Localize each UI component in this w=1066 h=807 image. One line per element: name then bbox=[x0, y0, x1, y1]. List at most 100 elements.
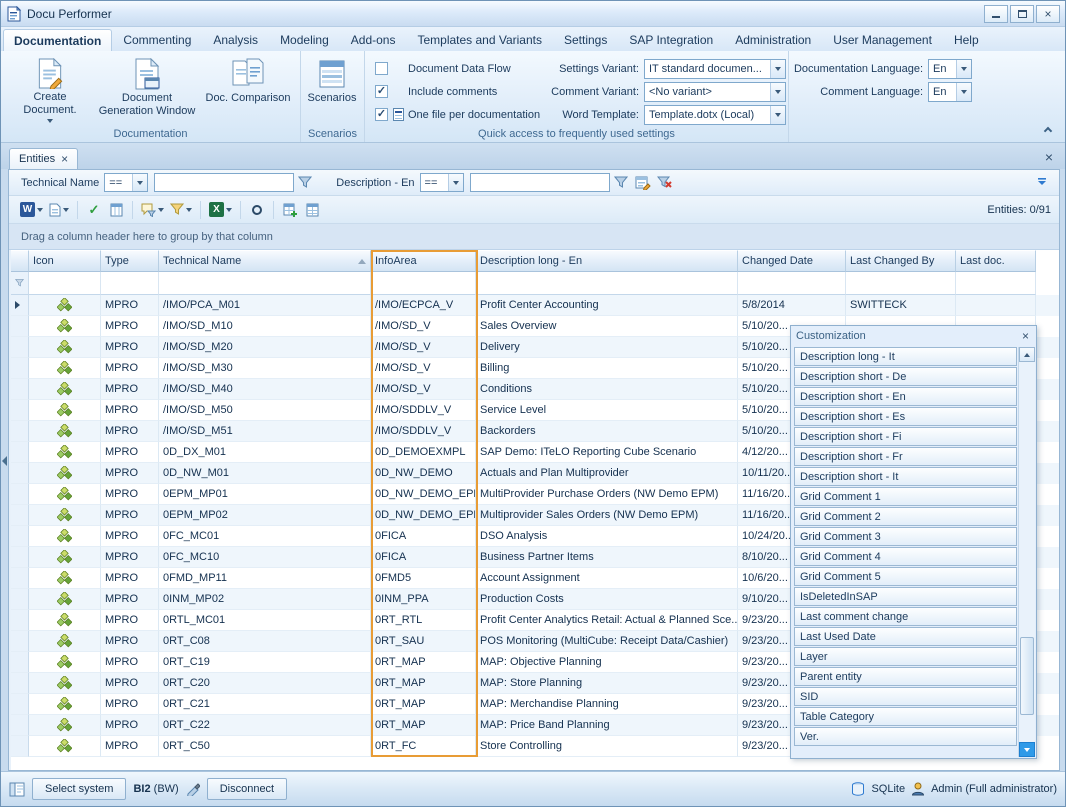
apply-technical-name-filter-button[interactable] bbox=[294, 172, 316, 193]
create-document-button[interactable]: Create Document. bbox=[5, 54, 95, 124]
customization-close-button[interactable]: × bbox=[1020, 330, 1031, 342]
column-header-type[interactable]: Type bbox=[101, 250, 159, 272]
column-header-changed-date[interactable]: Changed Date bbox=[738, 250, 846, 272]
select-system-button[interactable]: Select system bbox=[32, 778, 126, 800]
show-hidden-button[interactable] bbox=[246, 199, 268, 220]
apply-description-filter-button[interactable] bbox=[610, 172, 632, 193]
filter-cell[interactable] bbox=[371, 272, 476, 295]
ribbon-tab[interactable]: Settings bbox=[553, 28, 618, 51]
column-header-last-changed-by[interactable]: Last Changed By bbox=[846, 250, 956, 272]
dropdown-button[interactable] bbox=[770, 60, 785, 78]
ribbon-collapse-button[interactable] bbox=[1039, 121, 1057, 137]
documentation-language-dropdown[interactable]: En bbox=[928, 59, 972, 79]
customization-field-item[interactable]: Description short - Fr bbox=[794, 447, 1017, 466]
tab-close-icon[interactable]: × bbox=[61, 153, 68, 165]
customization-field-item[interactable]: IsDeletedInSAP bbox=[794, 587, 1017, 606]
dropdown-button[interactable] bbox=[956, 83, 971, 101]
export-word-button[interactable]: W bbox=[17, 199, 46, 220]
user-label[interactable]: Admin (Full administrator) bbox=[931, 783, 1057, 795]
disconnect-button[interactable]: Disconnect bbox=[207, 778, 287, 800]
customization-field-item[interactable]: Last comment change bbox=[794, 607, 1017, 626]
customization-scrollbar[interactable] bbox=[1018, 347, 1035, 757]
customization-field-item[interactable]: SID bbox=[794, 687, 1017, 706]
export-excel-button[interactable]: X bbox=[206, 199, 235, 220]
customization-title-bar[interactable]: Customization × bbox=[791, 326, 1036, 346]
customization-field-item[interactable]: Description long - It bbox=[794, 347, 1017, 366]
brush-icon[interactable] bbox=[186, 782, 200, 796]
table-settings-button[interactable] bbox=[301, 199, 323, 220]
checkbox[interactable]: ✓ bbox=[375, 85, 388, 98]
dropdown-button[interactable] bbox=[132, 174, 147, 191]
ribbon-tab[interactable]: SAP Integration bbox=[618, 28, 724, 51]
column-header-infoarea[interactable]: InfoArea bbox=[371, 250, 476, 272]
customization-field-item[interactable]: Grid Comment 3 bbox=[794, 527, 1017, 546]
clear-filter-button[interactable] bbox=[654, 172, 676, 193]
column-header-technical-name[interactable]: Technical Name bbox=[159, 250, 371, 272]
dropdown-button[interactable] bbox=[770, 83, 785, 101]
customization-field-item[interactable]: Description short - Es bbox=[794, 407, 1017, 426]
ribbon-checkbox-row[interactable]: ✓ Document Data Flow bbox=[375, 57, 540, 80]
column-header-description[interactable]: Description long - En bbox=[476, 250, 738, 272]
database-label[interactable]: SQLite bbox=[871, 783, 905, 795]
ribbon-tab[interactable]: Analysis bbox=[202, 28, 269, 51]
filter-cell[interactable] bbox=[846, 272, 956, 295]
table-row[interactable]: MPRO /IMO/PCA_M01 /IMO/ECPCA_V Profit Ce… bbox=[11, 295, 1059, 316]
scenarios-button[interactable]: Scenarios bbox=[303, 54, 361, 124]
customization-field-item[interactable]: Description short - De bbox=[794, 367, 1017, 386]
ribbon-tab[interactable]: Templates and Variants bbox=[406, 28, 553, 51]
left-panel-collapse-arrow[interactable] bbox=[2, 456, 7, 466]
customization-field-item[interactable]: Ver. bbox=[794, 727, 1017, 746]
description-operator-dropdown[interactable]: == bbox=[420, 173, 464, 192]
document-generation-window-button[interactable]: Document Generation Window bbox=[97, 54, 197, 124]
comment-filter-button[interactable] bbox=[138, 199, 167, 220]
filter-cell[interactable] bbox=[956, 272, 1036, 295]
document-close-button[interactable]: × bbox=[1041, 150, 1057, 164]
ribbon-tab[interactable]: Documentation bbox=[3, 29, 112, 51]
add-table-button[interactable] bbox=[279, 199, 301, 220]
tab-entities[interactable]: Entities × bbox=[9, 148, 78, 169]
approve-button[interactable]: ✓ bbox=[83, 199, 105, 220]
customization-field-item[interactable]: Last Used Date bbox=[794, 627, 1017, 646]
customization-field-item[interactable]: Grid Comment 1 bbox=[794, 487, 1017, 506]
customization-field-item[interactable]: Description short - En bbox=[794, 387, 1017, 406]
column-chooser-button[interactable] bbox=[105, 199, 127, 220]
technical-name-filter-input[interactable] bbox=[154, 173, 294, 192]
ribbon-tab[interactable]: User Management bbox=[822, 28, 943, 51]
ribbon-checkbox-row[interactable]: ✓ Include comments bbox=[375, 80, 540, 103]
technical-name-operator-dropdown[interactable]: == bbox=[104, 173, 148, 192]
filter-cell[interactable] bbox=[738, 272, 846, 295]
checkbox[interactable]: ✓ bbox=[375, 62, 388, 75]
customization-field-item[interactable]: Parent entity bbox=[794, 667, 1017, 686]
ribbon-checkbox-row[interactable]: ✓ One file per documentation bbox=[375, 103, 540, 126]
comment-variant-dropdown[interactable]: <No variant> bbox=[644, 82, 786, 102]
ribbon-tab[interactable]: Administration bbox=[724, 28, 822, 51]
ribbon-tab[interactable]: Modeling bbox=[269, 28, 340, 51]
maximize-button[interactable] bbox=[1010, 5, 1034, 23]
scrollbar-thumb[interactable] bbox=[1020, 637, 1034, 715]
word-template-dropdown[interactable]: Template.dotx (Local) bbox=[644, 105, 786, 125]
filter-cell[interactable] bbox=[29, 272, 101, 295]
ribbon-tab[interactable]: Help bbox=[943, 28, 990, 51]
customization-field-item[interactable]: Table Category bbox=[794, 707, 1017, 726]
settings-variant-dropdown[interactable]: IT standard documen... bbox=[644, 59, 786, 79]
scroll-down-button[interactable] bbox=[1019, 742, 1035, 757]
ribbon-tab[interactable]: Add-ons bbox=[340, 28, 407, 51]
customization-field-item[interactable]: Description short - It bbox=[794, 467, 1017, 486]
export-document-button[interactable] bbox=[46, 199, 72, 220]
group-by-panel[interactable]: Drag a column header here to group by th… bbox=[9, 224, 1059, 250]
dropdown-button[interactable] bbox=[956, 60, 971, 78]
customization-field-item[interactable]: Grid Comment 2 bbox=[794, 507, 1017, 526]
filter-editor-button[interactable] bbox=[632, 172, 654, 193]
customization-field-item[interactable]: Grid Comment 4 bbox=[794, 547, 1017, 566]
customization-field-item[interactable]: Layer bbox=[794, 647, 1017, 666]
column-header-last-doc[interactable]: Last doc. bbox=[956, 250, 1036, 272]
comment-language-dropdown[interactable]: En bbox=[928, 82, 972, 102]
scroll-up-button[interactable] bbox=[1019, 347, 1035, 362]
description-filter-input[interactable] bbox=[470, 173, 610, 192]
filter-cell[interactable] bbox=[101, 272, 159, 295]
minimize-button[interactable] bbox=[984, 5, 1008, 23]
filter-cell[interactable] bbox=[476, 272, 738, 295]
filter-cell[interactable] bbox=[159, 272, 371, 295]
customization-field-item[interactable]: Description short - Fi bbox=[794, 427, 1017, 446]
column-header-icon[interactable]: Icon bbox=[29, 250, 101, 272]
